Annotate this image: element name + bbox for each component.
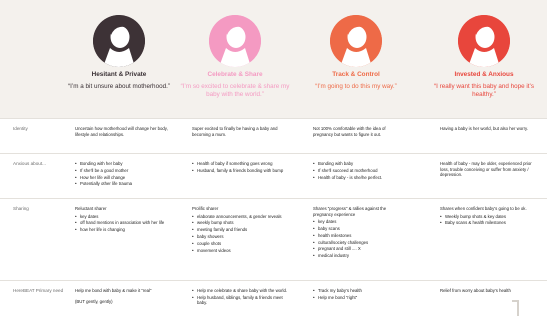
row-divider bbox=[0, 280, 547, 281]
bullet-list: Health of baby if something goes wrongHu… bbox=[192, 161, 290, 173]
bullet-item: Potentially other life trauma bbox=[75, 181, 171, 187]
cell-text: Uncertain how motherhood will change her… bbox=[75, 126, 168, 137]
matrix-cell: Super excited to finally be having a bab… bbox=[192, 126, 290, 137]
bullet-item: baby showers bbox=[192, 234, 290, 240]
bullet-item: health milestones bbox=[313, 233, 405, 239]
cell-text: Having a baby is her world, but also her… bbox=[440, 126, 529, 131]
cell-text: Health of baby - may be older, experienc… bbox=[440, 161, 532, 178]
bullet-item: off hand mentions in association with he… bbox=[75, 220, 171, 226]
matrix-cell: Health of baby - may be older, experienc… bbox=[440, 161, 532, 178]
bullet-item: Track my baby’s health bbox=[313, 288, 405, 294]
bullet-item: key dates bbox=[75, 214, 171, 220]
person-silhouette-icon bbox=[330, 15, 382, 67]
bullet-item: If she’ll succeed at motherhood bbox=[313, 168, 405, 174]
persona-quote: “I really want this baby and hope it’s h… bbox=[434, 83, 534, 98]
cell-text: Shares “progress” & rallies against the … bbox=[313, 206, 387, 217]
cell-text: Shares when confident baby’s going to be… bbox=[440, 206, 527, 211]
persona-name: Invested & Anxious bbox=[454, 71, 514, 78]
matrix-cell: Help me bond with baby & make it “real” (… bbox=[75, 288, 171, 304]
bullet-list: key datesoff hand mentions in associatio… bbox=[75, 214, 171, 233]
matrix-cell: Reluctant sharer key datesoff hand mentio… bbox=[75, 206, 171, 234]
persona-avatar bbox=[458, 15, 510, 67]
row-divider bbox=[0, 198, 547, 199]
bullet-item: baby scans bbox=[313, 226, 405, 232]
row-divider bbox=[0, 153, 547, 154]
bullet-item: meeting family and friends bbox=[192, 227, 290, 233]
bullet-item: Bonding with baby bbox=[313, 161, 405, 167]
row-divider bbox=[0, 118, 547, 119]
bullet-item: key dates bbox=[313, 219, 405, 225]
bullet-list: Track my baby’s healthHelp me bond “righ… bbox=[313, 288, 405, 300]
cell-text: Reluctant sharer bbox=[75, 206, 107, 211]
bullet-item: Help husband, siblings, family & friends… bbox=[192, 295, 290, 306]
matrix-row: SharingReluctant sharerkey datesoff hand… bbox=[0, 198, 547, 280]
matrix-cell: Shares when confident baby’s going to be… bbox=[440, 206, 532, 227]
row-label: Sharing bbox=[13, 206, 29, 211]
bullet-item: Help me celebrate & share baby with the … bbox=[192, 288, 290, 294]
row-label: Anxious about... bbox=[13, 161, 46, 166]
matrix-row: Identity Uncertain how motherhood will ch… bbox=[0, 118, 547, 153]
matrix-cell: Shares “progress” & rallies against the … bbox=[313, 206, 405, 260]
bullet-item: weekly bump shots bbox=[192, 220, 290, 226]
bullet-list: Bonding with her babyIf she’ll be a good… bbox=[75, 161, 171, 187]
persona-name: Celebrate & Share bbox=[207, 71, 263, 78]
matrix-cell: Not 100% comfortable with the idea of pr… bbox=[313, 126, 405, 137]
matrix-cell: Having a baby is her world, but also her… bbox=[440, 126, 532, 132]
bullet-list: key datesbaby scanshealth milestonescult… bbox=[313, 219, 405, 259]
bullet-list: Weekly bump shots & key datesBaby scans … bbox=[440, 214, 532, 226]
bullet-item: Health of baby if something goes wrong bbox=[192, 161, 290, 167]
persona-quote: “I’m a bit unsure about motherhood.” bbox=[68, 83, 170, 90]
person-silhouette-icon bbox=[209, 15, 261, 67]
persona-avatar bbox=[330, 15, 382, 67]
bullet-item: Bonding with her baby bbox=[75, 161, 171, 167]
persona-matrix: Identity Uncertain how motherhood will ch… bbox=[0, 118, 547, 320]
cell-note: (BUT gently, gently) bbox=[75, 298, 113, 304]
persona-avatar bbox=[209, 15, 261, 67]
cell-text: Prolific sharer bbox=[192, 206, 219, 211]
matrix-cell: Health of baby if something goes wrongHu… bbox=[192, 161, 290, 175]
row-label: HereBEAT Primary need bbox=[13, 288, 64, 293]
bullet-item: If she’ll be a good mother bbox=[75, 168, 171, 174]
persona-quote: “I’m going to do this my way.” bbox=[315, 83, 397, 90]
bullet-list: Bonding with babyIf she’ll succeed at mo… bbox=[313, 161, 405, 180]
bullet-item: movement videos bbox=[192, 248, 290, 254]
matrix-cell: Track my baby’s healthHelp me bond “righ… bbox=[313, 288, 405, 302]
matrix-cell: Prolific sharer elaborate announcements, … bbox=[192, 206, 290, 254]
matrix-row: Anxious about...Bonding with her babyIf … bbox=[0, 153, 547, 198]
persona-name: Hesitant & Private bbox=[91, 71, 147, 78]
matrix-cell: Help me celebrate & share baby with the … bbox=[192, 288, 290, 307]
bullet-item: Weekly bump shots & key dates bbox=[440, 214, 532, 220]
person-silhouette-icon bbox=[458, 15, 510, 67]
person-silhouette-icon bbox=[93, 15, 145, 67]
bullet-item: couple shots bbox=[192, 241, 290, 247]
persona-avatar bbox=[93, 15, 145, 67]
matrix-row: HereBEAT Primary need Help me bond with b… bbox=[0, 280, 547, 320]
bullet-item: cultural/society challenges bbox=[313, 240, 405, 246]
cell-text: Relief from worry about baby’s health bbox=[440, 288, 511, 293]
bullet-item: Health of baby - is she/he perfect. bbox=[313, 175, 405, 181]
cell-text: Not 100% comfortable with the idea of pr… bbox=[313, 126, 386, 137]
bullet-item: Baby scans & health milestones bbox=[440, 220, 532, 226]
bullet-list: elaborate announcements, & gender reveal… bbox=[192, 214, 290, 254]
matrix-cell: Uncertain how motherhood will change her… bbox=[75, 126, 171, 137]
scroll-indicator bbox=[512, 300, 519, 316]
matrix-cell: Relief from worry about baby’s health bbox=[440, 288, 532, 294]
cell-text: Super excited to finally be having a bab… bbox=[192, 126, 278, 137]
persona-name: Track & Control bbox=[332, 71, 380, 78]
bullet-item: Help me bond “right” bbox=[313, 295, 405, 301]
bullet-item: How her life will change bbox=[75, 175, 171, 181]
bullet-item: elaborate announcements, & gender reveal… bbox=[192, 214, 290, 220]
bullet-item: Husband, family & friends bonding with b… bbox=[192, 168, 290, 174]
bullet-list: Help me celebrate & share baby with the … bbox=[192, 288, 290, 306]
matrix-cell: Bonding with babyIf she’ll succeed at mo… bbox=[313, 161, 405, 181]
cell-text: Help me bond with baby & make it “real” bbox=[75, 288, 152, 293]
persona-quote: “I’m so excited to celebrate & share my … bbox=[180, 83, 290, 98]
bullet-item: medical industry bbox=[313, 253, 405, 259]
bullet-item: pregnant and still .... X bbox=[313, 246, 405, 252]
matrix-cell: Bonding with her babyIf she’ll be a good… bbox=[75, 161, 171, 188]
bullet-item: how her life is changing bbox=[75, 227, 171, 233]
row-label: Identity bbox=[13, 126, 28, 131]
